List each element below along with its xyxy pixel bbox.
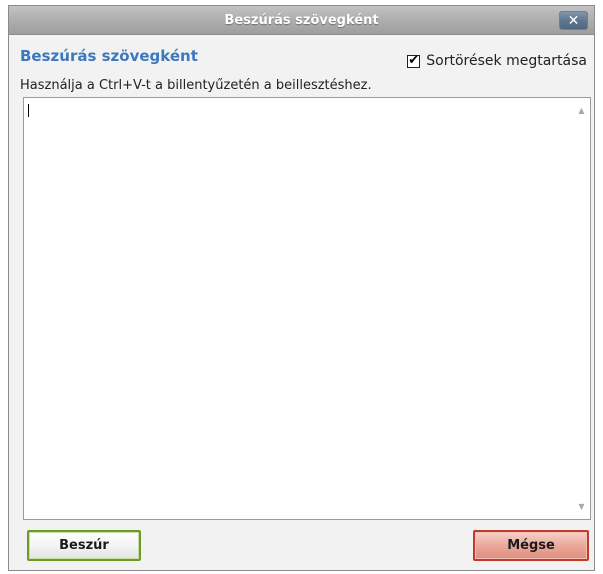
paste-as-text-dialog: Beszúrás szövegként ✕ Beszúrás szövegkén…: [8, 5, 595, 571]
scroll-up-icon[interactable]: ▲: [573, 102, 590, 119]
close-button[interactable]: ✕: [559, 11, 588, 30]
instruction-text: Használja a Ctrl+V-t a billentyűzetén a …: [20, 78, 372, 93]
paste-textarea[interactable]: [24, 98, 573, 519]
checkmark-icon: ✔: [408, 52, 420, 68]
dialog-titlebar[interactable]: Beszúrás szövegként ✕: [9, 6, 594, 35]
scroll-down-icon[interactable]: ▼: [573, 498, 590, 515]
dialog-heading: Beszúrás szövegként: [20, 47, 198, 65]
vertical-scrollbar[interactable]: ▲ ▼: [573, 98, 590, 519]
insert-button[interactable]: Beszúr: [27, 530, 141, 561]
text-caret: [28, 104, 29, 117]
cancel-button[interactable]: Mégse: [473, 530, 589, 561]
dialog-title: Beszúrás szövegként: [224, 13, 379, 28]
keep-linebreaks-label: Sortörések megtartása: [426, 53, 587, 69]
close-icon: ✕: [567, 13, 580, 29]
paste-area: ▲ ▼: [23, 97, 591, 520]
keep-linebreaks-option[interactable]: ✔ Sortörések megtartása: [407, 53, 587, 69]
keep-linebreaks-checkbox[interactable]: ✔: [407, 52, 421, 68]
